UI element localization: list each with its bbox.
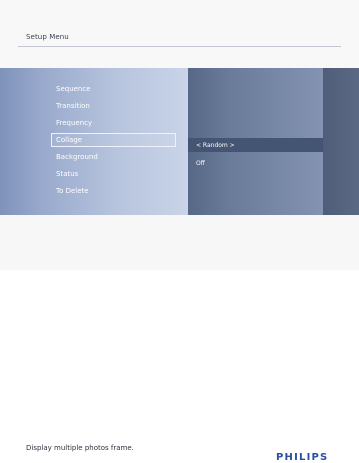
menu-item-sequence[interactable]: Sequence (56, 81, 181, 98)
header: Setup Menu (0, 0, 359, 68)
option-random[interactable]: < Random > (196, 142, 235, 149)
side-strip (323, 68, 359, 215)
menu-item-transition[interactable]: Transition (56, 98, 181, 115)
footer: Display multiple photos frame. PHILIPS (0, 215, 359, 463)
page-title: Setup Menu (26, 33, 69, 41)
option-off[interactable]: Off (196, 160, 205, 167)
setup-menu-list: Sequence Transition Frequency Collage Ba… (51, 81, 181, 200)
menu-item-collage[interactable]: Collage (51, 133, 176, 147)
menu-item-to-delete[interactable]: To Delete (56, 183, 181, 200)
menu-item-status[interactable]: Status (56, 166, 181, 183)
setup-menu-screen: Setup Menu Sequence Transition Frequency… (0, 0, 359, 463)
philips-logo: PHILIPS (276, 452, 329, 463)
header-divider (18, 46, 341, 47)
menu-item-background[interactable]: Background (56, 149, 181, 166)
help-text: Display multiple photos frame. (26, 444, 134, 452)
menu-item-frequency[interactable]: Frequency (56, 115, 181, 132)
